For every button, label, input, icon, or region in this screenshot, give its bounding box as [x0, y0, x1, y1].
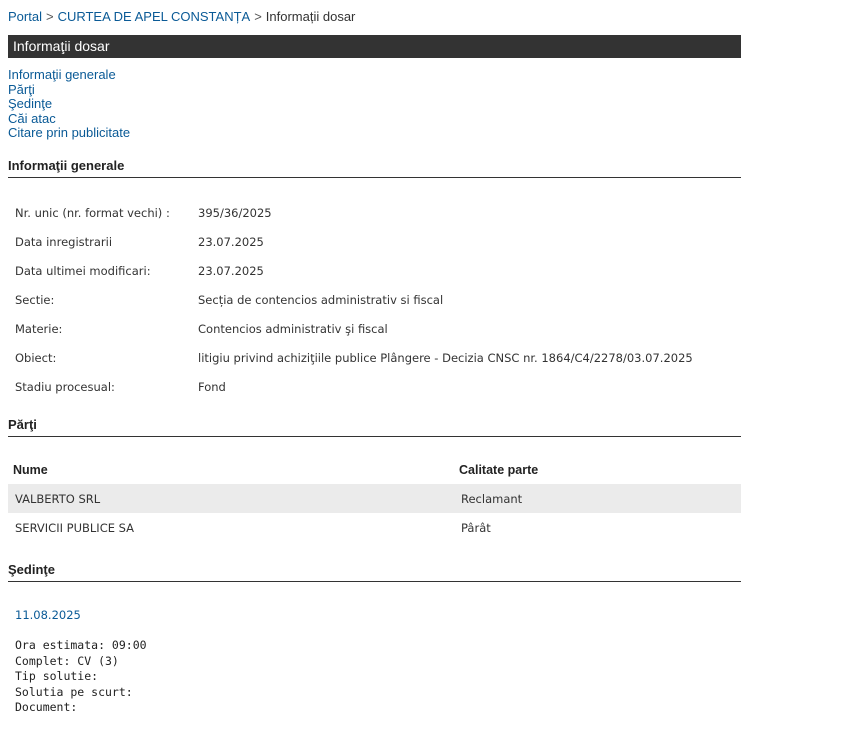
- link-general-info[interactable]: Informaţii generale: [8, 67, 130, 83]
- hearing-solution-type: Tip solutie:: [15, 669, 99, 683]
- hearing-estimated-time: Ora estimata: 09:00: [15, 638, 147, 652]
- info-row-matter: Materie: Contencios administrativ şi fisc…: [15, 322, 388, 336]
- parties-table: Nume Calitate parte VALBERTO SRL Reclama…: [8, 456, 741, 542]
- info-row-case-number: Nr. unic (nr. format vechi) : 395/36/2025: [15, 206, 272, 220]
- breadcrumb-separator: >: [254, 9, 262, 24]
- hearing-panel: Complet: CV (3): [15, 653, 119, 668]
- link-hearings[interactable]: Şedinţe: [8, 96, 130, 112]
- link-public-summons[interactable]: Citare prin publicitate: [8, 125, 130, 141]
- link-appeals[interactable]: Căi atac: [8, 111, 130, 127]
- breadcrumb: Portal > CURTEA DE APEL CONSTANȚA > Informaț…: [8, 9, 355, 24]
- info-row-last-modified: Data ultimei modificari: 23.07.2025: [15, 264, 264, 278]
- column-header-role: Calitate parte: [459, 463, 539, 477]
- link-parties[interactable]: Părţi: [8, 82, 130, 98]
- info-label: Obiect:: [15, 351, 57, 365]
- info-label: Nr. unic (nr. format vechi) :: [15, 206, 170, 220]
- general-info-heading: Informaţii generale: [8, 158, 741, 178]
- info-value: 23.07.2025: [198, 235, 264, 249]
- hearing-solution-summary: Solutia pe scurt:: [15, 684, 133, 699]
- info-value: 395/36/2025: [198, 206, 272, 220]
- info-row-procedural-stage: Stadiu procesual: Fond: [15, 380, 226, 394]
- breadcrumb-court-link[interactable]: CURTEA DE APEL CONSTANȚA: [58, 9, 251, 24]
- info-value: Secția de contencios administrativ si fi…: [198, 293, 444, 307]
- hearing-details: Ora estimata: 09:00 Complet: CV (3) Tip …: [15, 638, 147, 716]
- info-row-object: Obiect: litigiu privind achiziţiile publi…: [15, 351, 693, 365]
- info-label: Data ultimei modificari:: [15, 264, 151, 278]
- info-value: 23.07.2025: [198, 264, 264, 278]
- page-title: Informaţii dosar: [13, 38, 110, 54]
- info-label: Materie:: [15, 322, 63, 336]
- hearing-document: Document:: [15, 700, 78, 714]
- breadcrumb-current: Informații dosar: [265, 9, 356, 24]
- breadcrumb-portal-link[interactable]: Portal: [8, 9, 42, 24]
- info-label: Sectie:: [15, 293, 55, 307]
- party-role: Pârât: [461, 520, 491, 535]
- party-name: SERVICII PUBLICE SA: [15, 520, 135, 535]
- table-row: SERVICII PUBLICE SA Pârât: [8, 513, 741, 542]
- hearings-heading: Şedinţe: [8, 562, 741, 582]
- party-name: VALBERTO SRL: [8, 484, 454, 513]
- section-links: Informaţii generale Părţi Şedinţe Căi at…: [8, 67, 130, 141]
- info-value: Contencios administrativ şi fiscal: [198, 322, 388, 336]
- parties-heading: Părţi: [8, 417, 741, 437]
- info-row-section: Sectie: Secția de contencios administrati…: [15, 293, 443, 307]
- hearing-date: 11.08.2025: [15, 608, 81, 622]
- table-row: VALBERTO SRL Reclamant: [8, 484, 741, 513]
- info-value: Fond: [198, 380, 226, 394]
- party-role: Reclamant: [454, 484, 741, 513]
- breadcrumb-separator: >: [45, 9, 54, 24]
- column-header-name: Nume: [13, 463, 48, 477]
- info-row-registration-date: Data inregistrarii 23.07.2025: [15, 235, 264, 249]
- info-label: Stadiu procesual:: [15, 380, 115, 394]
- table-header-row: Nume Calitate parte: [8, 456, 741, 484]
- info-value: litigiu privind achiziţiile publice Plân…: [198, 351, 693, 365]
- page-title-bar: Informaţii dosar: [8, 35, 741, 58]
- info-label: Data inregistrarii: [15, 235, 113, 249]
